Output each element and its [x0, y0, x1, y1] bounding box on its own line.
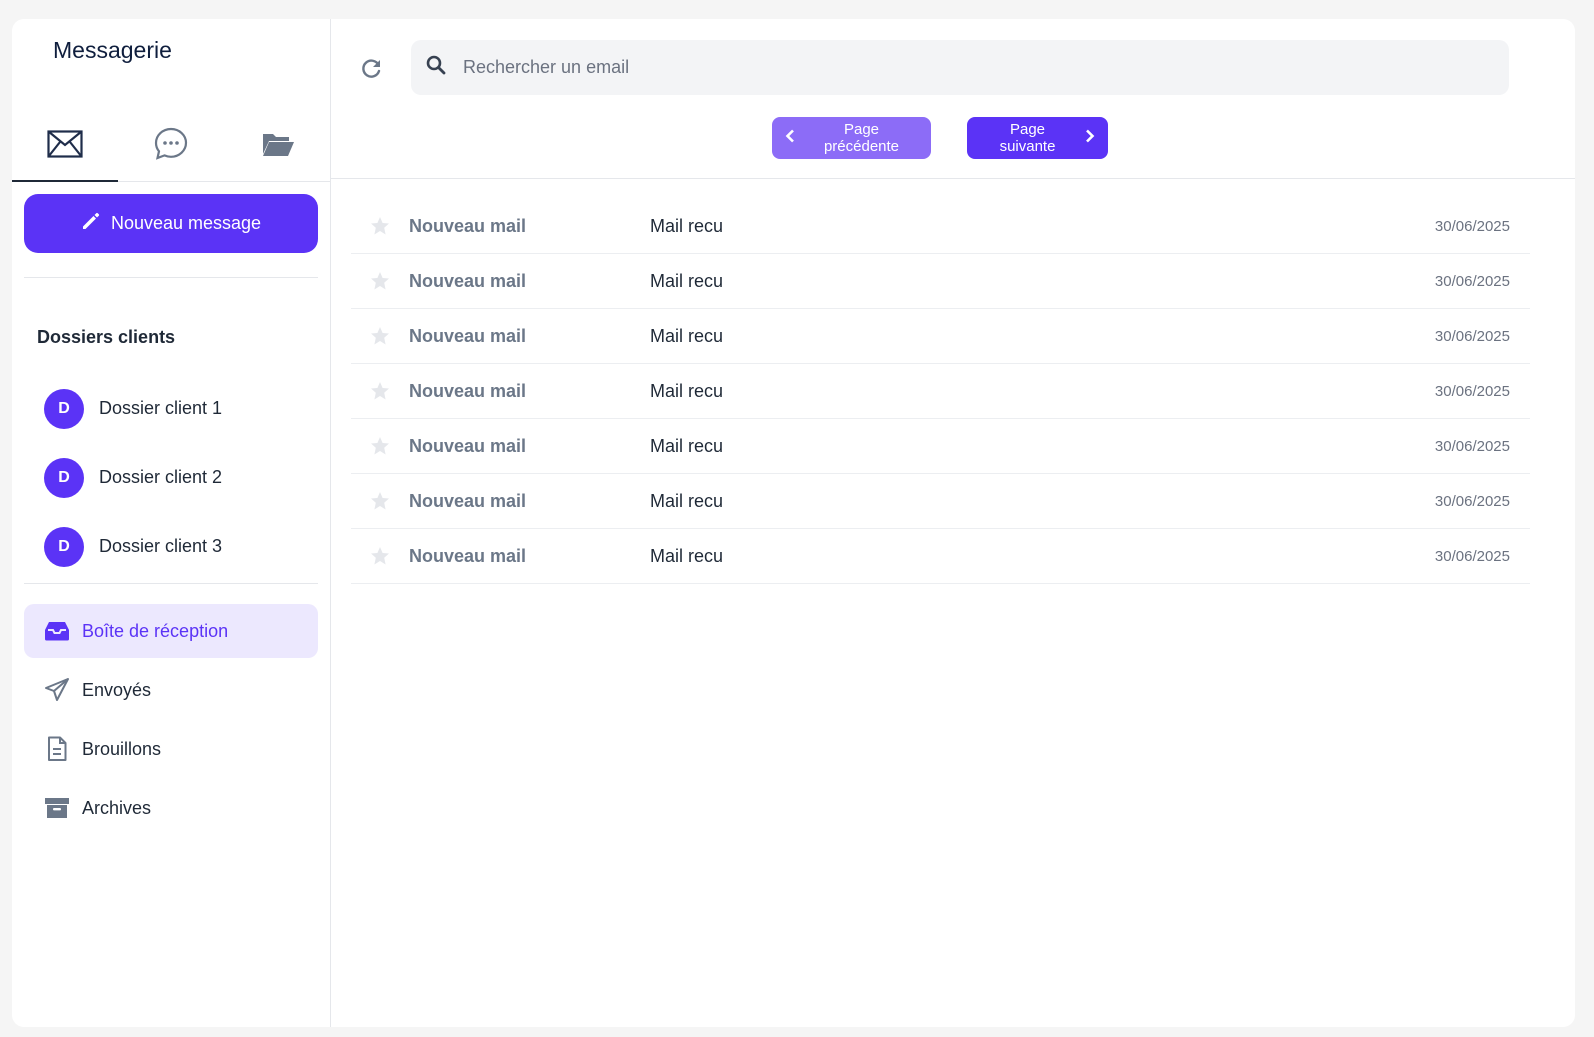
mail-row[interactable]: Nouveau mail Mail recu 30/06/2025 — [351, 309, 1530, 364]
sidebar-item-drafts[interactable]: Brouillons — [24, 722, 318, 776]
sidebar-item-label: Envoyés — [82, 679, 152, 700]
mail-date: 30/06/2025 — [1434, 437, 1510, 455]
toolbar: Page précédente Page suivante — [331, 19, 1575, 179]
star-icon[interactable] — [370, 436, 390, 456]
pagination: Page précédente Page suivante — [772, 117, 1108, 159]
mail-date: 30/06/2025 — [1434, 217, 1510, 235]
search-input[interactable] — [461, 56, 1461, 79]
paper-plane-icon — [44, 677, 70, 703]
mail-subject: Mail recu — [650, 490, 724, 511]
sidebar-item-sent[interactable]: Envoyés — [24, 663, 318, 717]
client-name: Dossier client 2 — [99, 467, 223, 487]
divider — [24, 583, 318, 584]
mail-list: Nouveau mail Mail recu 30/06/2025 Nouvea… — [351, 199, 1530, 584]
mail-sender: Nouveau mail — [409, 380, 527, 401]
client-item[interactable]: D Dossier client 1 — [44, 374, 314, 443]
mail-row[interactable]: Nouveau mail Mail recu 30/06/2025 — [351, 474, 1530, 529]
chat-icon — [154, 127, 188, 166]
mail-row[interactable]: Nouveau mail Mail recu 30/06/2025 — [351, 199, 1530, 254]
archive-icon — [44, 795, 70, 821]
mail-date: 30/06/2025 — [1434, 492, 1510, 510]
mail-subject: Mail recu — [650, 545, 724, 566]
star-icon[interactable] — [370, 546, 390, 566]
mail-date: 30/06/2025 — [1434, 547, 1510, 565]
client-item[interactable]: D Dossier client 2 — [44, 443, 314, 512]
mail-sender: Nouveau mail — [409, 490, 527, 511]
pencil-icon — [81, 211, 101, 236]
mail-row[interactable]: Nouveau mail Mail recu 30/06/2025 — [351, 529, 1530, 584]
sidebar: Messagerie Nouveau message Dossiers clie… — [12, 19, 331, 1027]
search-icon — [426, 55, 446, 80]
sidebar-tabs — [12, 111, 331, 182]
mail-date: 30/06/2025 — [1434, 272, 1510, 290]
folder-list: Boîte de réception Envoyés Brouillons Ar… — [24, 604, 318, 840]
mail-row[interactable]: Nouveau mail Mail recu 30/06/2025 — [351, 254, 1530, 309]
mail-sender: Nouveau mail — [409, 325, 527, 346]
tab-folders[interactable] — [225, 111, 331, 181]
mail-app: Messagerie Nouveau message Dossiers clie… — [12, 19, 1575, 1027]
app-title: Messagerie — [53, 37, 172, 63]
next-page-button[interactable]: Page suivante — [967, 117, 1108, 159]
refresh-button[interactable] — [359, 57, 385, 83]
folder-open-icon — [261, 130, 295, 163]
mail-row[interactable]: Nouveau mail Mail recu 30/06/2025 — [351, 419, 1530, 474]
mail-subject: Mail recu — [650, 215, 724, 236]
client-item[interactable]: D Dossier client 3 — [44, 512, 314, 581]
mail-row[interactable]: Nouveau mail Mail recu 30/06/2025 — [351, 364, 1530, 419]
mail-icon — [47, 129, 83, 163]
star-icon[interactable] — [370, 326, 390, 346]
mail-subject: Mail recu — [650, 435, 724, 456]
previous-page-button[interactable]: Page précédente — [772, 117, 931, 159]
sidebar-item-label: Boîte de réception — [82, 620, 229, 641]
previous-page-label: Page précédente — [823, 121, 900, 155]
sidebar-item-label: Brouillons — [82, 738, 162, 759]
mail-subject: Mail recu — [650, 325, 724, 346]
new-message-button[interactable]: Nouveau message — [24, 194, 318, 253]
mail-date: 30/06/2025 — [1434, 382, 1510, 400]
chevron-left-icon — [785, 129, 795, 147]
star-icon[interactable] — [370, 216, 390, 236]
mail-date: 30/06/2025 — [1434, 327, 1510, 345]
tab-chat[interactable] — [118, 111, 224, 181]
star-icon[interactable] — [370, 271, 390, 291]
mail-sender: Nouveau mail — [409, 435, 527, 456]
avatar: D — [44, 388, 84, 429]
mail-sender: Nouveau mail — [409, 215, 527, 236]
sidebar-item-inbox[interactable]: Boîte de réception — [24, 604, 318, 658]
sidebar-item-label: Archives — [82, 797, 152, 818]
client-name: Dossier client 1 — [99, 398, 223, 418]
refresh-icon — [361, 57, 383, 84]
inbox-icon — [44, 618, 70, 644]
avatar: D — [44, 526, 84, 567]
main-panel: Page précédente Page suivante Nouveau ma… — [331, 19, 1575, 1027]
chevron-right-icon — [1085, 129, 1095, 147]
mail-subject: Mail recu — [650, 380, 724, 401]
new-message-label: Nouveau message — [110, 213, 262, 233]
document-icon — [44, 736, 70, 762]
client-list: D Dossier client 1 D Dossier client 2 D … — [44, 374, 314, 581]
search-box — [411, 40, 1509, 95]
next-page-label: Page suivante — [999, 121, 1056, 155]
sidebar-item-archives[interactable]: Archives — [24, 781, 318, 835]
tab-mail[interactable] — [12, 111, 119, 182]
clients-heading: Dossiers clients — [37, 327, 176, 347]
mail-sender: Nouveau mail — [409, 545, 527, 566]
client-name: Dossier client 3 — [99, 536, 223, 556]
mail-subject: Mail recu — [650, 270, 724, 291]
star-icon[interactable] — [370, 491, 390, 511]
divider — [24, 277, 318, 278]
avatar: D — [44, 457, 84, 498]
star-icon[interactable] — [370, 381, 390, 401]
mail-sender: Nouveau mail — [409, 270, 527, 291]
